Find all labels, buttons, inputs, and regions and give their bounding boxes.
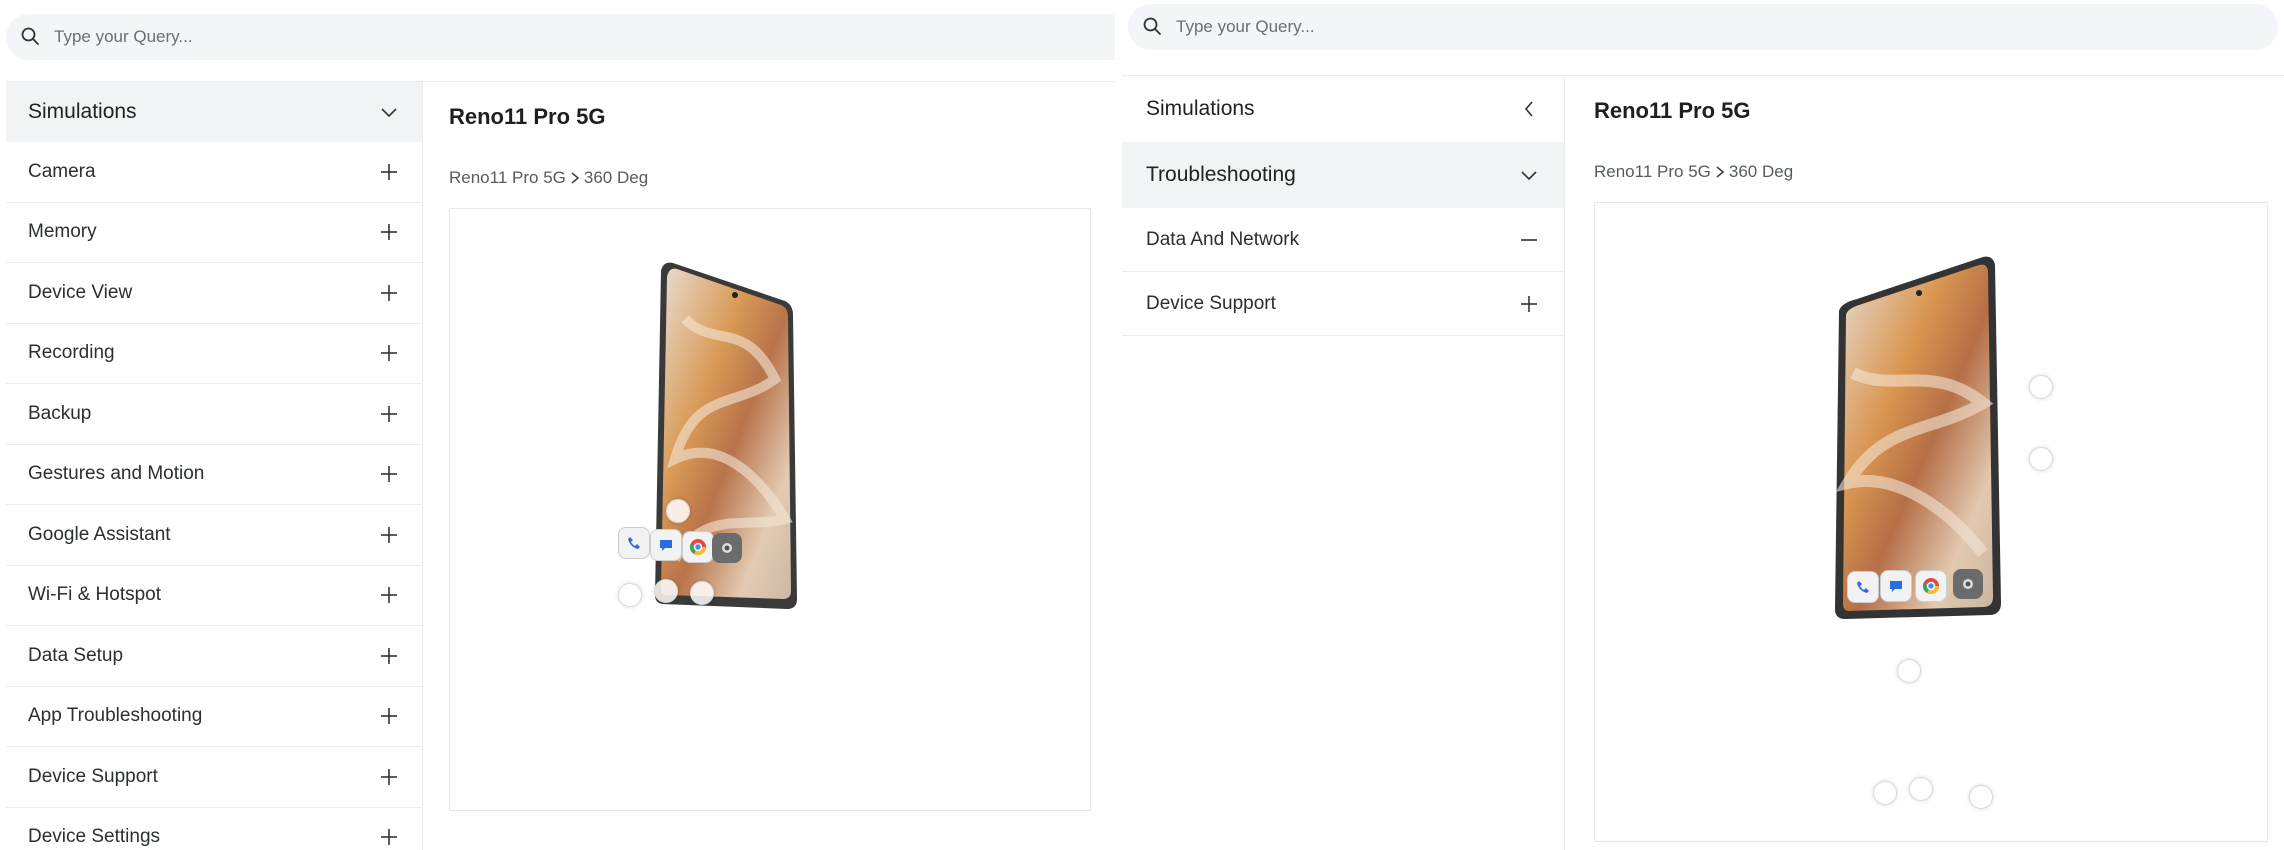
sidebar-item-google-assistant[interactable]: Google Assistant bbox=[6, 505, 422, 566]
page-title: Reno11 Pro 5G bbox=[449, 104, 606, 129]
sidebar-item-backup[interactable]: Backup bbox=[6, 384, 422, 445]
sidebar-item-device-support[interactable]: Device Support bbox=[1122, 272, 1564, 336]
breadcrumb-device-link[interactable]: Reno11 Pro 5G bbox=[1594, 162, 1711, 182]
camera-app-icon bbox=[712, 533, 742, 563]
search-input[interactable] bbox=[52, 26, 656, 48]
hotspot-marker[interactable] bbox=[1969, 785, 1993, 809]
hotspot-marker[interactable] bbox=[690, 581, 714, 605]
search-input[interactable] bbox=[1174, 16, 1778, 38]
sidebar-item-label: Wi-Fi & Hotspot bbox=[28, 584, 162, 606]
sidebar-item-label: Google Assistant bbox=[28, 523, 171, 545]
plus-icon[interactable] bbox=[378, 463, 400, 485]
chevron-down-icon[interactable] bbox=[1518, 164, 1540, 186]
messages-app-icon bbox=[1880, 570, 1912, 602]
sidebar-item-label: Device Support bbox=[28, 765, 158, 787]
breadcrumb-device-link[interactable]: Reno11 Pro 5G bbox=[449, 168, 566, 188]
sidebar-item-recording[interactable]: Recording bbox=[6, 324, 422, 384]
sidebar-item-label: Memory bbox=[28, 221, 97, 243]
plus-icon[interactable] bbox=[378, 705, 400, 727]
sidebar-item-device-settings[interactable]: Device Settings bbox=[6, 808, 422, 850]
sidebar-item-label: Data And Network bbox=[1146, 228, 1300, 250]
phone-app-icon bbox=[1847, 571, 1879, 603]
search-icon bbox=[20, 26, 42, 48]
hotspot-marker[interactable] bbox=[1873, 781, 1897, 805]
hotspot-marker[interactable] bbox=[1909, 777, 1933, 801]
accordion-header-label: Troubleshooting bbox=[1146, 163, 1296, 186]
sidebar-item-label: Device View bbox=[28, 281, 133, 303]
device-360-viewer[interactable] bbox=[1594, 202, 2268, 842]
page-title: Reno11 Pro 5G bbox=[1594, 98, 1751, 123]
plus-icon[interactable] bbox=[378, 161, 400, 183]
hotspot-marker[interactable] bbox=[2029, 447, 2053, 471]
back-to-simulations[interactable]: Simulations bbox=[1122, 76, 1564, 142]
plus-icon[interactable] bbox=[378, 221, 400, 243]
sidebar-item-label: Backup bbox=[28, 402, 92, 424]
left-panel: Simulations Camera Memory Device View Recor… bbox=[0, 0, 1115, 850]
search-icon bbox=[1142, 16, 1164, 38]
hotspot-marker[interactable] bbox=[666, 499, 690, 523]
plus-icon[interactable] bbox=[378, 403, 400, 425]
breadcrumb-current: 360 Deg bbox=[1728, 162, 1794, 181]
sidebar-item-data-and-network[interactable]: Data And Network bbox=[1122, 208, 1564, 272]
device-360-viewer[interactable] bbox=[449, 208, 1091, 811]
accordion-header-label: Simulations bbox=[28, 100, 137, 123]
chevron-left-icon[interactable] bbox=[1518, 98, 1540, 120]
sidebar-item-label: Data Setup bbox=[28, 644, 124, 666]
hotspot-marker[interactable] bbox=[654, 579, 678, 603]
hotspot-marker[interactable] bbox=[618, 583, 642, 607]
hotspot-marker[interactable] bbox=[2029, 375, 2053, 399]
minus-icon[interactable] bbox=[1518, 229, 1540, 251]
search-bar[interactable] bbox=[6, 14, 1115, 60]
sidebar-item-memory[interactable]: Memory bbox=[6, 203, 422, 263]
plus-icon[interactable] bbox=[378, 524, 400, 546]
chevron-down-icon[interactable] bbox=[378, 101, 400, 123]
plus-icon[interactable] bbox=[1518, 293, 1540, 315]
main-content: Reno11 Pro 5G Reno11 Pro 5G 360 Deg bbox=[449, 82, 1094, 811]
sidebar-item-device-support[interactable]: Device Support bbox=[6, 747, 422, 808]
plus-icon[interactable] bbox=[378, 342, 400, 364]
search-bar[interactable] bbox=[1128, 4, 2278, 50]
hotspot-marker[interactable] bbox=[1897, 659, 1921, 683]
chevron-right-icon bbox=[570, 171, 580, 185]
chrome-app-icon bbox=[1915, 570, 1947, 602]
phone-3d-model[interactable] bbox=[655, 259, 805, 619]
plus-icon[interactable] bbox=[378, 282, 400, 304]
sidebar-item-label: Recording bbox=[28, 342, 115, 364]
right-panel: Simulations Troubleshooting Data And Net… bbox=[1122, 0, 2284, 850]
plus-icon[interactable] bbox=[378, 584, 400, 606]
sidebar: Simulations Troubleshooting Data And Net… bbox=[1122, 76, 1565, 850]
sidebar-item-label: Device Settings bbox=[28, 826, 161, 848]
sidebar-item-label: Gestures and Motion bbox=[28, 463, 205, 485]
sidebar-item-gestures-and-motion[interactable]: Gestures and Motion bbox=[6, 445, 422, 505]
sidebar-item-label: Camera bbox=[28, 160, 96, 182]
breadcrumb-current: 360 Deg bbox=[583, 168, 649, 187]
sidebar-item-data-setup[interactable]: Data Setup bbox=[6, 626, 422, 687]
chrome-app-icon bbox=[682, 531, 714, 563]
sidebar-item-label: App Troubleshooting bbox=[28, 705, 203, 727]
sidebar-item-app-troubleshooting[interactable]: App Troubleshooting bbox=[6, 687, 422, 747]
sidebar-item-device-view[interactable]: Device View bbox=[6, 263, 422, 324]
sidebar: Simulations Camera Memory Device View Recor… bbox=[6, 82, 423, 850]
accordion-header-troubleshooting[interactable]: Troubleshooting bbox=[1122, 142, 1564, 208]
plus-icon[interactable] bbox=[378, 645, 400, 667]
breadcrumb: Reno11 Pro 5G 360 Deg bbox=[1594, 162, 2266, 182]
accordion-header-label: Simulations bbox=[1146, 97, 1255, 120]
messages-app-icon bbox=[650, 529, 682, 561]
main-content: Reno11 Pro 5G Reno11 Pro 5G 360 Deg bbox=[1594, 76, 2268, 842]
phone-app-icon bbox=[618, 527, 650, 559]
sidebar-item-wi-fi-hotspot[interactable]: Wi-Fi & Hotspot bbox=[6, 566, 422, 626]
plus-icon[interactable] bbox=[378, 766, 400, 788]
breadcrumb: Reno11 Pro 5G 360 Deg bbox=[449, 168, 1094, 188]
camera-app-icon bbox=[1953, 569, 1983, 599]
chevron-right-icon bbox=[1715, 165, 1725, 179]
accordion-header-simulations[interactable]: Simulations bbox=[6, 82, 422, 142]
plus-icon[interactable] bbox=[378, 826, 400, 848]
sidebar-item-label: Device Support bbox=[1146, 292, 1276, 314]
sidebar-item-camera[interactable]: Camera bbox=[6, 142, 422, 203]
